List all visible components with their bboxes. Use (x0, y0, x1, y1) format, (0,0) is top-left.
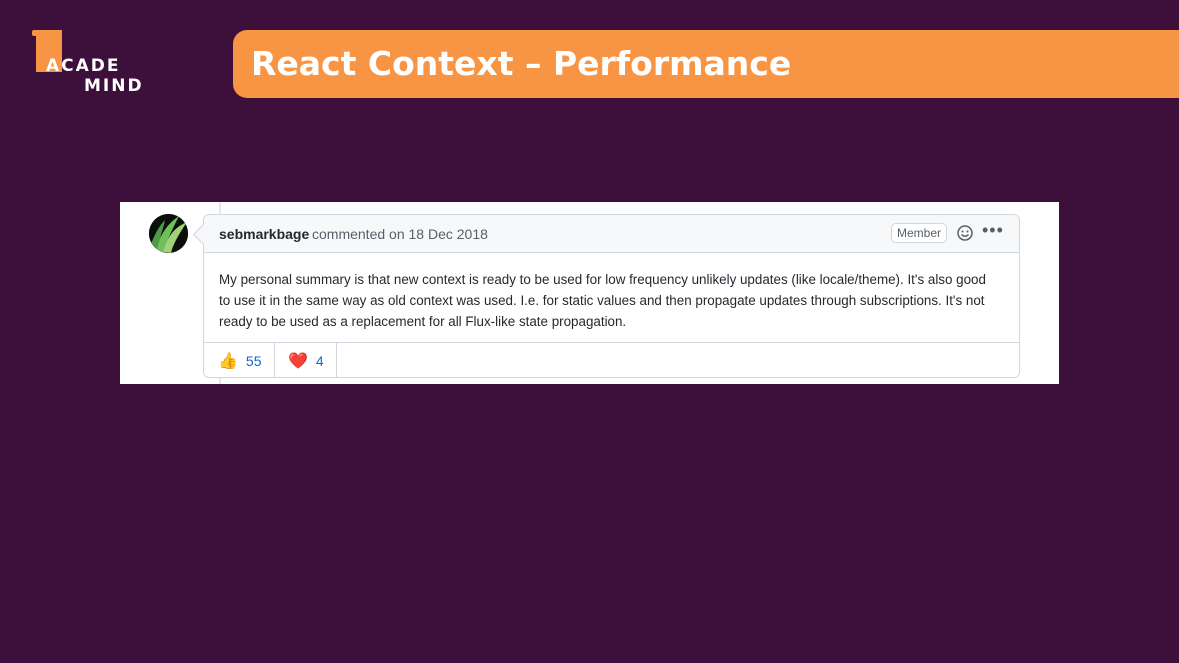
comment-header: sebmarkbage commented on 18 Dec 2018 Mem… (204, 215, 1019, 253)
thumbs-up-reaction[interactable]: 👍 55 (204, 343, 275, 378)
thumbs-up-icon: 👍 (218, 352, 238, 370)
comment-body: My personal summary is that new context … (219, 272, 986, 329)
member-badge: Member (891, 223, 948, 243)
comment-author[interactable]: sebmarkbage (219, 226, 309, 242)
comment-timestamp[interactable]: commented on 18 Dec 2018 (312, 226, 488, 242)
avatar-leaf-icon (149, 214, 188, 253)
heart-reaction[interactable]: ❤️ 4 (274, 343, 337, 378)
heart-icon: ❤️ (288, 352, 308, 370)
add-reaction-icon[interactable] (956, 224, 974, 242)
logo-text-line2: MIND (84, 76, 144, 96)
avatar[interactable] (149, 214, 188, 253)
reactions-bar: 👍 55 ❤️ 4 (204, 342, 1019, 378)
logo-text-line1: ACADE (46, 56, 121, 76)
academind-logo: ACADE MIND (32, 28, 162, 98)
github-comment-screenshot: sebmarkbage commented on 18 Dec 2018 Mem… (120, 202, 1059, 384)
thumbs-up-count: 55 (245, 352, 262, 369)
more-options-icon[interactable]: ••• (982, 220, 1004, 241)
heart-count: 4 (315, 352, 324, 369)
comment-box: sebmarkbage commented on 18 Dec 2018 Mem… (203, 214, 1020, 378)
slide-title: React Context – Performance (251, 44, 792, 83)
title-banner: React Context – Performance (233, 30, 1179, 98)
